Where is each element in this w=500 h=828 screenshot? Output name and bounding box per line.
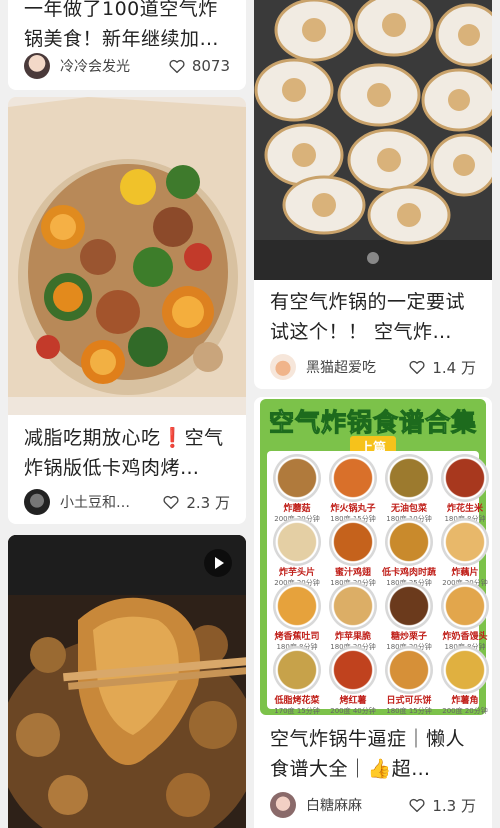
- food-photo: [273, 454, 321, 502]
- food-photo: [329, 582, 377, 630]
- food-photo: [273, 646, 321, 694]
- like-count: 2.3 万: [186, 493, 230, 512]
- food-photo: [441, 582, 489, 630]
- poster-food-item: 烤香蕉吐司180度 8分钟: [269, 582, 325, 654]
- heart-icon: [409, 798, 425, 813]
- avatar[interactable]: [270, 354, 296, 380]
- food-name: 日式可乐饼: [386, 696, 432, 706]
- note-meta: 小土豆和… 2.3 万: [24, 488, 230, 516]
- food-photo: [385, 454, 433, 502]
- note-title: 减脂吃期放心吃❗️空气炸锅版低卡鸡肉烤…: [24, 427, 224, 479]
- food-photo: [385, 582, 433, 630]
- like-button[interactable]: 1.4 万: [408, 357, 476, 378]
- author-name[interactable]: 黑猫超爱吃: [306, 357, 400, 377]
- poster-food-item: 低卡鸡肉时蔬180度 25分钟: [381, 518, 437, 590]
- food-name: 炸苹果脆: [334, 632, 371, 642]
- like-button[interactable]: 2.3 万: [162, 492, 230, 513]
- food-photo: [385, 518, 433, 566]
- poster-food-item: 炸苹果脆180度 20分钟: [325, 582, 381, 654]
- poster-food-item: 炸奶香馒头180度 8分钟: [437, 582, 492, 654]
- note-meta: 黑猫超爱吃 1.4 万: [270, 353, 476, 381]
- video-note-card[interactable]: [8, 535, 246, 828]
- cover-image: 空气炸锅食谱合集 上篇 炸蘑菇200度 20分钟炸火锅丸子180度 15分钟无油…: [254, 397, 492, 717]
- author-name[interactable]: 小土豆和…: [60, 492, 154, 512]
- poster-food-item: 蜜汁鸡翅180度 20分钟: [325, 518, 381, 590]
- note-card[interactable]: 有空气炸锅的一定要试试这个！！ 空气炸… 黑猫超爱吃 1.4 万: [254, 0, 492, 389]
- note-card[interactable]: 空气炸锅食谱合集 上篇 炸蘑菇200度 20分钟炸火锅丸子180度 15分钟无油…: [254, 397, 492, 828]
- food-name: 炸藕片: [451, 568, 479, 578]
- author-name[interactable]: 冷冷会发光: [60, 56, 160, 76]
- cover-image: [254, 0, 492, 280]
- like-count: 1.3 万: [432, 796, 476, 815]
- author-name[interactable]: 白糖麻麻: [306, 795, 400, 815]
- food-name: 炸花生米: [446, 504, 483, 514]
- like-count: 1.4 万: [432, 358, 476, 377]
- food-temp: 180度 15分钟: [386, 707, 432, 715]
- food-name: 低卡鸡肉时蔬: [381, 568, 436, 578]
- food-name: 蜜汁鸡翅: [334, 568, 371, 578]
- food-name: 炸奶香馒头: [442, 632, 488, 642]
- food-name: 烤香蕉吐司: [274, 632, 320, 642]
- food-name: 炸火锅丸子: [330, 504, 376, 514]
- food-photo: [329, 454, 377, 502]
- heart-icon: [169, 59, 185, 74]
- recipe-poster: 空气炸锅食谱合集 上篇 炸蘑菇200度 20分钟炸火锅丸子180度 15分钟无油…: [260, 399, 489, 715]
- food-name: 烤红薯: [339, 696, 367, 706]
- poster-food-item: 日式可乐饼 180度 15分钟: [381, 646, 437, 717]
- poster-food-item: 炸火锅丸子180度 15分钟: [325, 454, 381, 526]
- poster-food-item: 低脂烤花菜 170度 15分钟: [269, 646, 325, 717]
- note-card[interactable]: 减脂吃期放心吃❗️空气炸锅版低卡鸡肉烤… 小土豆和… 2.3 万: [8, 97, 246, 524]
- poster-food-item: 炸薯角 200度 20分钟: [437, 646, 492, 717]
- note-title: 有空气炸锅的一定要试试这个！！ 空气炸…: [270, 291, 466, 343]
- food-name: 炸芋头片: [278, 568, 315, 578]
- note-meta: 冷冷会发光 8073: [24, 52, 230, 80]
- avatar[interactable]: [270, 792, 296, 818]
- food-temp: 200度 20分钟: [442, 707, 488, 715]
- poster-food-item: 炸芋头片200度 20分钟: [269, 518, 325, 590]
- like-button[interactable]: 1.3 万: [408, 795, 476, 816]
- food-photo: [441, 454, 489, 502]
- heart-icon: [163, 495, 179, 510]
- poster-title: 空气炸锅食谱合集: [268, 408, 477, 438]
- poster-food-item: 炸花生米180度 8分钟: [437, 454, 492, 526]
- poster-food-item: 无油包菜180度 10分钟: [381, 454, 437, 526]
- note-title: 一年做了100道空气炸锅美食！新年继续加…: [24, 0, 220, 50]
- video-play-icon: [204, 549, 232, 577]
- food-photo: [441, 518, 489, 566]
- poster-grid: 炸蘑菇200度 20分钟炸火锅丸子180度 15分钟无油包菜180度 10分钟炸…: [267, 451, 489, 715]
- poster-food-item: 烤红薯 200度 40分钟: [325, 646, 381, 717]
- food-photo: [441, 646, 489, 694]
- poster-food-item: 炸藕片200度 20分钟: [437, 518, 492, 590]
- avatar[interactable]: [24, 489, 50, 515]
- like-count: 8073: [191, 57, 230, 75]
- food-photo: [385, 646, 433, 694]
- food-name: 炸薯角: [451, 696, 479, 706]
- heart-icon: [409, 360, 425, 375]
- food-photo: [273, 582, 321, 630]
- like-button[interactable]: 8073: [168, 57, 230, 75]
- food-name: 无油包菜: [390, 504, 427, 514]
- food-photo: [273, 518, 321, 566]
- food-photo: [329, 646, 377, 694]
- food-temp: 200度 40分钟: [330, 707, 376, 715]
- avatar[interactable]: [24, 53, 50, 79]
- note-meta: 白糖麻麻 1.3 万: [270, 791, 476, 819]
- cover-image: [8, 97, 246, 415]
- note-title: 空气炸锅牛逼症｜懒人食谱大全｜👍超…: [270, 728, 466, 780]
- food-name: 糖炒栗子: [390, 632, 427, 642]
- food-photo: [329, 518, 377, 566]
- poster-food-item: 炸蘑菇200度 20分钟: [269, 454, 325, 526]
- cover-image: [8, 535, 246, 828]
- note-card[interactable]: 一年做了100道空气炸锅美食！新年继续加… 冷冷会发光 8073: [8, 0, 246, 90]
- food-name: 低脂烤花菜: [274, 696, 320, 706]
- poster-food-item: 糖炒栗子180度 20分钟: [381, 582, 437, 654]
- food-name: 炸蘑菇: [283, 504, 311, 514]
- food-temp: 170度 15分钟: [274, 707, 320, 715]
